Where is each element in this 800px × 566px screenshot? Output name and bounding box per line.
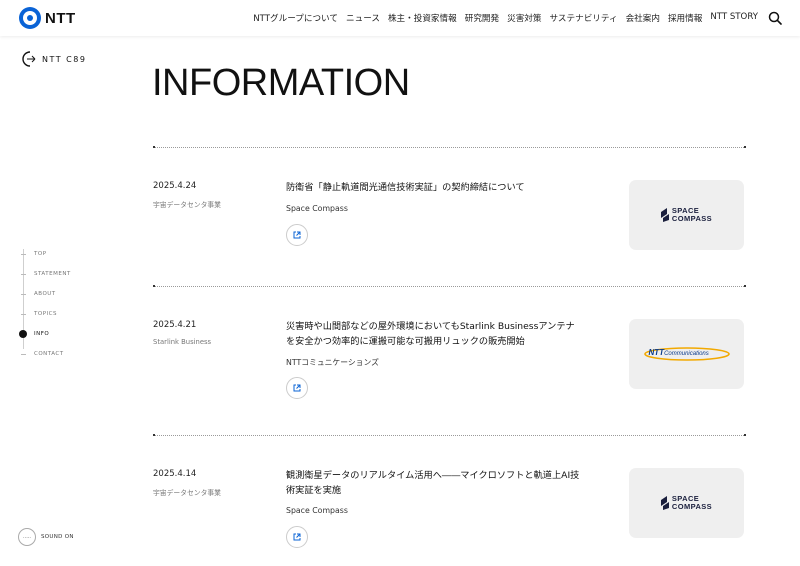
sound-label: SOUND ON [41,534,74,540]
entry-date: 2025.4.14 [153,469,197,479]
entry-category: 宇宙データセンタ事業 [153,201,221,209]
entry-date: 2025.4.21 [153,320,197,330]
nav-item-rd[interactable]: 研究開発 [465,12,499,24]
sound-icon: ..... [18,528,36,546]
sound-toggle[interactable]: ..... SOUND ON [18,528,74,546]
space-compass-line2: COMPASS [671,214,713,223]
external-link-button[interactable] [286,224,308,246]
section-nav-contact[interactable]: CONTACT [21,344,71,364]
section-nav-marker [21,353,26,355]
entry-title[interactable]: 災害時や山間部などの屋外環境においてもStarlink Businessアンテナ… [286,319,578,349]
section-nav: TOP STATEMENT ABOUT TOPICS INFO CONTACT [19,244,71,364]
nav-item-company[interactable]: 会社案内 [626,12,660,24]
ntt-logo-icon [19,7,41,29]
section-nav-label: INFO [34,331,50,337]
space-compass-line2: COMPASS [671,502,713,511]
entry-thumbnail[interactable]: NTTCommunications [629,319,744,389]
entry-source: NTTコミュニケーションズ [286,358,379,367]
nav-item-story[interactable]: NTT STORY [710,12,758,24]
section-nav-statement[interactable]: STATEMENT [21,264,71,284]
global-header: NTT NTTグループについて ニュース 株主・投資家情報 研究開発 災害対策 … [0,0,800,36]
page-title: INFORMATION [152,62,410,104]
global-nav: NTTグループについて ニュース 株主・投資家情報 研究開発 災害対策 サステナ… [253,12,758,24]
entry-category: Starlink Business [153,338,212,346]
section-nav-marker [21,313,26,315]
section-nav-label: STATEMENT [34,271,71,277]
ntt-communications-brand: NTT [648,348,665,357]
section-nav-label: TOPICS [34,311,57,317]
ntt-logo[interactable]: NTT [19,7,76,29]
entry-date: 2025.4.24 [153,181,197,191]
section-nav-info[interactable]: INFO [19,324,71,344]
entry-source: Space Compass [286,506,348,515]
entry-title[interactable]: 観測衛星データのリアルタイム活用へ――マイクロソフトと軌道上AI技術実証を実施 [286,468,582,498]
entry-thumbnail[interactable]: SPACE COMPASS [629,180,744,250]
external-link-icon [293,231,301,239]
info-entry: 2025.4.24 宇宙データセンタ事業 防衛省「静止軌道間光通信技術実証」の契… [153,146,746,285]
section-nav-topics[interactable]: TOPICS [21,304,71,324]
nav-item-ir[interactable]: 株主・投資家情報 [388,12,457,24]
space-compass-logo: SPACE COMPASS [660,207,713,223]
nav-item-recruit[interactable]: 採用情報 [668,12,702,24]
nav-item-sustainability[interactable]: サステナビリティ [550,12,618,24]
entry-thumbnail[interactable]: SPACE COMPASS [629,468,744,538]
section-nav-about[interactable]: ABOUT [21,284,71,304]
nav-item-disaster[interactable]: 災害対策 [507,12,541,24]
section-nav-label: CONTACT [34,351,64,357]
section-nav-marker [21,273,26,275]
search-icon[interactable] [768,11,782,25]
external-link-icon [293,384,301,392]
nav-item-group[interactable]: NTTグループについて [253,12,338,24]
external-link-button[interactable] [286,526,308,548]
entry-category: 宇宙データセンタ事業 [153,489,221,497]
section-nav-top[interactable]: TOP [21,244,71,264]
ntt-communications-suffix: Communications [664,351,709,357]
brand-text: NTT C89 [42,54,87,64]
ntt-logo-text: NTT [45,9,76,27]
space-compass-logo: SPACE COMPASS [660,495,713,511]
ntt-communications-logo: NTTCommunications [643,345,731,363]
c89-logo-icon [22,51,36,67]
nav-item-news[interactable]: ニュース [346,12,380,24]
c89-brand[interactable]: NTT C89 [18,50,86,68]
section-nav-label: ABOUT [34,291,56,297]
section-nav-marker [21,293,26,295]
section-nav-label: TOP [34,251,47,257]
info-entry: 2025.4.21 Starlink Business 災害時や山間部などの屋外… [153,285,746,434]
entry-source: Space Compass [286,204,348,213]
section-nav-active-marker [19,330,27,338]
external-link-button[interactable] [286,377,308,399]
space-compass-mark-icon [660,208,669,222]
space-compass-mark-icon [660,496,669,510]
entry-title[interactable]: 防衛省「静止軌道間光通信技術実証」の契約締結について [286,180,586,195]
section-nav-marker [21,253,26,255]
external-link-icon [293,533,301,541]
info-entry: 2025.4.14 宇宙データセンタ事業 観測衛星データのリアルタイム活用へ――… [153,434,746,566]
